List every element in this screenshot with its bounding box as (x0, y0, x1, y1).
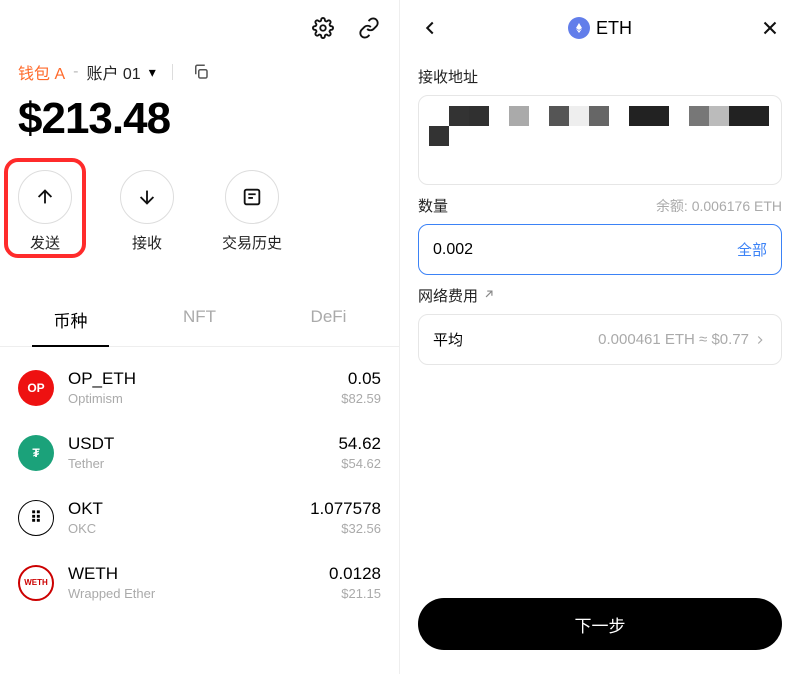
page-title: ETH (568, 17, 632, 39)
receive-label: 接收 (132, 232, 162, 253)
address-input[interactable] (418, 95, 782, 185)
max-button[interactable]: 全部 (737, 239, 767, 260)
address-redacted (429, 106, 771, 146)
token-row[interactable]: ⠿ OKT OKC 1.077578 $32.56 (18, 485, 381, 550)
external-link-icon (482, 287, 496, 305)
chevron-right-icon (753, 333, 767, 347)
send-label: 发送 (30, 232, 60, 253)
fee-label: 网络费用 (418, 285, 478, 306)
copy-icon[interactable] (189, 60, 213, 84)
token-row[interactable]: WETH WETH Wrapped Ether 0.0128 $21.15 (18, 550, 381, 615)
token-symbol: OKT (68, 499, 310, 519)
token-chain: Optimism (68, 391, 341, 406)
amount-label: 数量 (418, 195, 448, 216)
address-label: 接收地址 (418, 66, 782, 87)
token-symbol: WETH (68, 564, 329, 584)
receive-button[interactable]: 接收 (120, 170, 174, 253)
send-button[interactable]: 发送 (18, 170, 72, 253)
token-fiat: $21.15 (329, 586, 381, 601)
token-symbol: USDT (68, 434, 338, 454)
settings-icon[interactable] (311, 16, 335, 40)
account-name: 账户 01 (86, 60, 140, 84)
token-amount: 0.05 (341, 369, 381, 389)
history-label: 交易历史 (222, 232, 282, 253)
next-button[interactable]: 下一步 (418, 598, 782, 650)
token-icon: WETH (18, 565, 54, 601)
close-button[interactable] (758, 16, 782, 40)
token-fiat: $82.59 (341, 391, 381, 406)
token-row[interactable]: OP OP_ETH Optimism 0.05 $82.59 (18, 355, 381, 420)
wallet-name: 钱包 A (18, 60, 65, 84)
tab-tokens[interactable]: 币种 (6, 293, 135, 346)
fee-value: 0.000461 ETH ≈ $0.77 (598, 331, 749, 348)
token-symbol: OP_ETH (68, 369, 341, 389)
token-icon: ₮ (18, 435, 54, 471)
token-list: OP OP_ETH Optimism 0.05 $82.59 ₮ USDT Te… (0, 347, 399, 615)
chevron-down-icon: ▾ (149, 64, 156, 81)
token-icon: OP (18, 370, 54, 406)
arrow-down-icon (136, 186, 158, 208)
total-balance: $213.48 (0, 84, 399, 144)
history-button[interactable]: 交易历史 (222, 170, 282, 253)
fee-speed: 平均 (433, 329, 463, 350)
tab-nft[interactable]: NFT (135, 293, 264, 346)
token-amount: 0.0128 (329, 564, 381, 584)
tab-defi[interactable]: DeFi (264, 293, 393, 346)
token-amount: 1.077578 (310, 499, 381, 519)
link-icon[interactable] (357, 16, 381, 40)
token-fiat: $32.56 (310, 521, 381, 536)
balance-display: 余额: 0.006176 ETH (656, 196, 782, 216)
amount-input[interactable] (433, 241, 667, 259)
token-fiat: $54.62 (338, 456, 381, 471)
history-icon (241, 186, 263, 208)
token-amount: 54.62 (338, 434, 381, 454)
arrow-up-icon (34, 186, 56, 208)
token-chain: OKC (68, 521, 310, 536)
wallet-selector[interactable]: 钱包 A - 账户 01 ▾ (0, 56, 399, 84)
eth-icon (568, 17, 590, 39)
back-button[interactable] (418, 16, 442, 40)
token-chain: Tether (68, 456, 338, 471)
token-icon: ⠿ (18, 500, 54, 536)
fee-selector[interactable]: 平均 0.000461 ETH ≈ $0.77 (418, 314, 782, 365)
token-chain: Wrapped Ether (68, 586, 329, 601)
token-row[interactable]: ₮ USDT Tether 54.62 $54.62 (18, 420, 381, 485)
